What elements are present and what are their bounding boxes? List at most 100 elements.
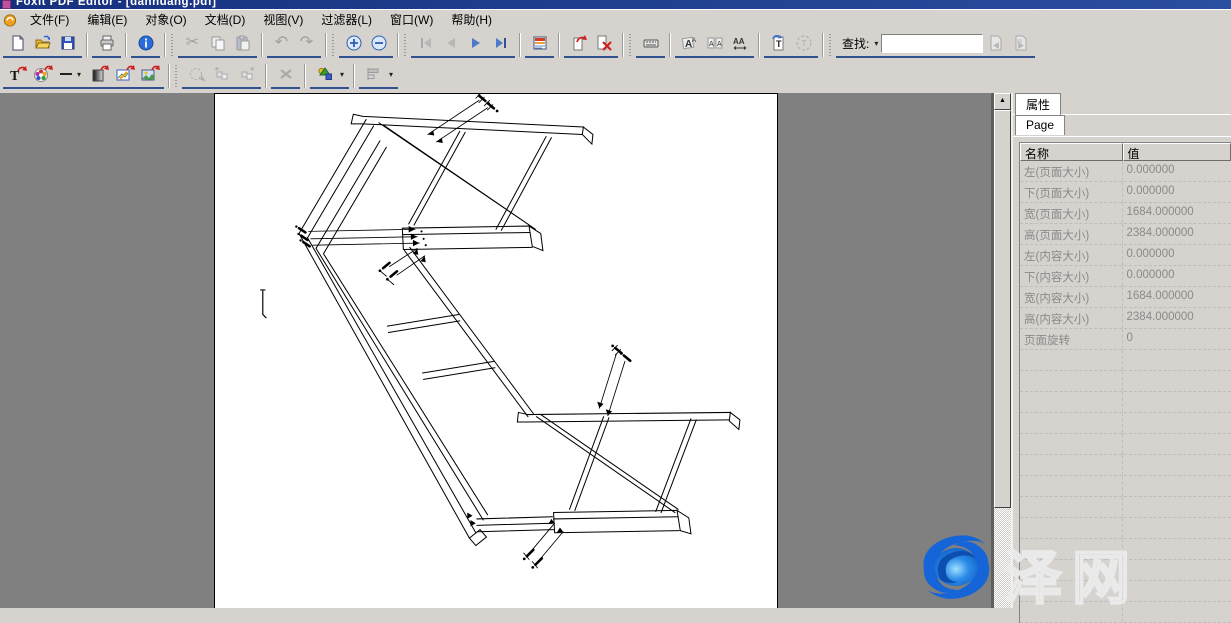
- property-value: [1123, 455, 1231, 475]
- property-row-8[interactable]: 页面旋转0: [1020, 329, 1231, 350]
- property-name: 宽(页面大小): [1020, 203, 1123, 223]
- property-row-empty[interactable]: [1020, 413, 1231, 434]
- find-next-button[interactable]: [1008, 31, 1033, 56]
- menu-item-7[interactable]: 帮助(H): [442, 10, 501, 29]
- char-spacing-narrow-button[interactable]: AA: [702, 31, 727, 56]
- window-title: Foxit PDF Editor - [danhuang.pdf]: [16, 0, 1231, 8]
- document-info-button[interactable]: [133, 31, 158, 56]
- font-size-button[interactable]: AA: [677, 31, 702, 56]
- shapes-dropdown[interactable]: ▾: [340, 70, 344, 79]
- toolbar-row-2: T ▾ ▾ ▾: [0, 60, 1231, 91]
- property-value: 0: [1123, 329, 1231, 349]
- menu-item-0[interactable]: 文件(F): [21, 10, 78, 29]
- find-previous-button[interactable]: [983, 31, 1008, 56]
- menu-item-5[interactable]: 过滤器(L): [312, 10, 381, 29]
- document-canvas[interactable]: [0, 93, 991, 608]
- edit-color-tool-button[interactable]: [30, 62, 55, 87]
- align-dropdown[interactable]: ▾: [389, 70, 393, 79]
- find-dropdown-button[interactable]: ▾: [874, 39, 878, 48]
- property-row-2[interactable]: 宽(页面大小)1684.000000: [1020, 203, 1231, 224]
- tab-page[interactable]: Page: [1015, 115, 1065, 135]
- new-document-button[interactable]: [5, 31, 30, 56]
- cut-button[interactable]: ✂: [180, 31, 205, 56]
- align-objects-button[interactable]: [361, 62, 386, 87]
- first-page-button[interactable]: [413, 31, 438, 56]
- menu-item-6[interactable]: 窗口(W): [381, 10, 442, 29]
- line-style-button[interactable]: ▾: [55, 62, 87, 87]
- property-row-empty[interactable]: [1020, 350, 1231, 371]
- line-style-dropdown[interactable]: ▾: [77, 70, 81, 79]
- property-row-empty[interactable]: [1020, 560, 1231, 581]
- redo-arrow-icon: ↷: [300, 35, 313, 51]
- tab-properties[interactable]: 属性: [1015, 93, 1061, 116]
- property-row-4[interactable]: 左(内容大小)0.000000: [1020, 245, 1231, 266]
- open-file-button[interactable]: [30, 31, 55, 56]
- copy-button[interactable]: [205, 31, 230, 56]
- menu-item-3[interactable]: 文档(D): [196, 10, 255, 29]
- previous-page-button[interactable]: [438, 31, 463, 56]
- workspace: ▲ 属性 Page 名称 值 左(页面大小)0.000000下(页面大小)0.0…: [0, 93, 1231, 608]
- properties-tabstrip: 属性: [1013, 93, 1231, 115]
- redo-button[interactable]: ↷: [294, 31, 319, 56]
- menu-item-2[interactable]: 对象(O): [136, 10, 195, 29]
- zoom-in-button[interactable]: [341, 31, 366, 56]
- property-row-empty[interactable]: [1020, 476, 1231, 497]
- property-row-empty[interactable]: [1020, 371, 1231, 392]
- window-titlebar: Foxit PDF Editor - [danhuang.pdf]: [0, 0, 1231, 9]
- property-row-0[interactable]: 左(页面大小)0.000000: [1020, 161, 1231, 182]
- print-button[interactable]: [94, 31, 119, 56]
- save-file-button[interactable]: [55, 31, 80, 56]
- page-layout-button[interactable]: [527, 31, 552, 56]
- property-row-empty[interactable]: [1020, 539, 1231, 560]
- undo-button[interactable]: ↶: [269, 31, 294, 56]
- property-name: [1020, 371, 1123, 391]
- last-page-button[interactable]: [488, 31, 513, 56]
- property-row-empty[interactable]: [1020, 518, 1231, 539]
- property-name: [1020, 518, 1123, 538]
- toolbar-row-1: ✂ ↶ ↷ AA AA AA T T: [0, 29, 1231, 60]
- vertical-scrollbar[interactable]: ▲: [994, 93, 1011, 608]
- delete-object-button[interactable]: [273, 62, 298, 87]
- property-row-5[interactable]: 下(内容大小)0.000000: [1020, 266, 1231, 287]
- column-header-name[interactable]: 名称: [1020, 143, 1123, 161]
- property-name: 左(内容大小): [1020, 245, 1123, 265]
- char-spacing-wide-button[interactable]: AA: [727, 31, 752, 56]
- property-row-empty[interactable]: [1020, 581, 1231, 602]
- virtual-keyboard-button[interactable]: [638, 31, 663, 56]
- property-row-7[interactable]: 高(内容大小)2384.000000: [1020, 308, 1231, 329]
- property-row-empty[interactable]: [1020, 392, 1231, 413]
- property-row-3[interactable]: 高(页面大小)2384.000000: [1020, 224, 1231, 245]
- next-page-button[interactable]: [463, 31, 488, 56]
- insert-shapes-button[interactable]: [312, 62, 337, 87]
- fill-gradient-tool-button[interactable]: [87, 62, 112, 87]
- insert-text-button[interactable]: T: [766, 31, 791, 56]
- insert-image-tool-button[interactable]: [137, 62, 162, 87]
- property-value: 0.000000: [1123, 245, 1231, 265]
- menu-item-4[interactable]: 视图(V): [254, 10, 312, 29]
- property-row-empty[interactable]: [1020, 455, 1231, 476]
- edit-text-tool-button[interactable]: T: [5, 62, 30, 87]
- rotate-page-button[interactable]: [566, 31, 591, 56]
- property-row-empty[interactable]: [1020, 434, 1231, 455]
- zoom-out-button[interactable]: [366, 31, 391, 56]
- transform-selection-button[interactable]: [184, 62, 209, 87]
- edit-image-tool-button[interactable]: [112, 62, 137, 87]
- group-forward-button[interactable]: [234, 62, 259, 87]
- property-row-empty[interactable]: [1020, 497, 1231, 518]
- pdf-page[interactable]: [214, 93, 778, 608]
- find-input[interactable]: [881, 34, 983, 53]
- column-header-value[interactable]: 值: [1123, 143, 1231, 161]
- property-name: [1020, 350, 1123, 370]
- property-row-1[interactable]: 下(页面大小)0.000000: [1020, 182, 1231, 203]
- scroll-up-button[interactable]: ▲: [994, 93, 1011, 110]
- scrollbar-thumb[interactable]: [994, 110, 1011, 508]
- menu-item-1[interactable]: 编辑(E): [78, 10, 136, 29]
- paste-button[interactable]: [230, 31, 255, 56]
- property-row-empty[interactable]: [1020, 602, 1231, 623]
- property-name: 高(页面大小): [1020, 224, 1123, 244]
- property-row-6[interactable]: 宽(内容大小)1684.000000: [1020, 287, 1231, 308]
- text-circle-button[interactable]: T: [791, 31, 816, 56]
- delete-page-button[interactable]: [591, 31, 616, 56]
- group-back-button[interactable]: [209, 62, 234, 87]
- document-icon: [2, 12, 18, 27]
